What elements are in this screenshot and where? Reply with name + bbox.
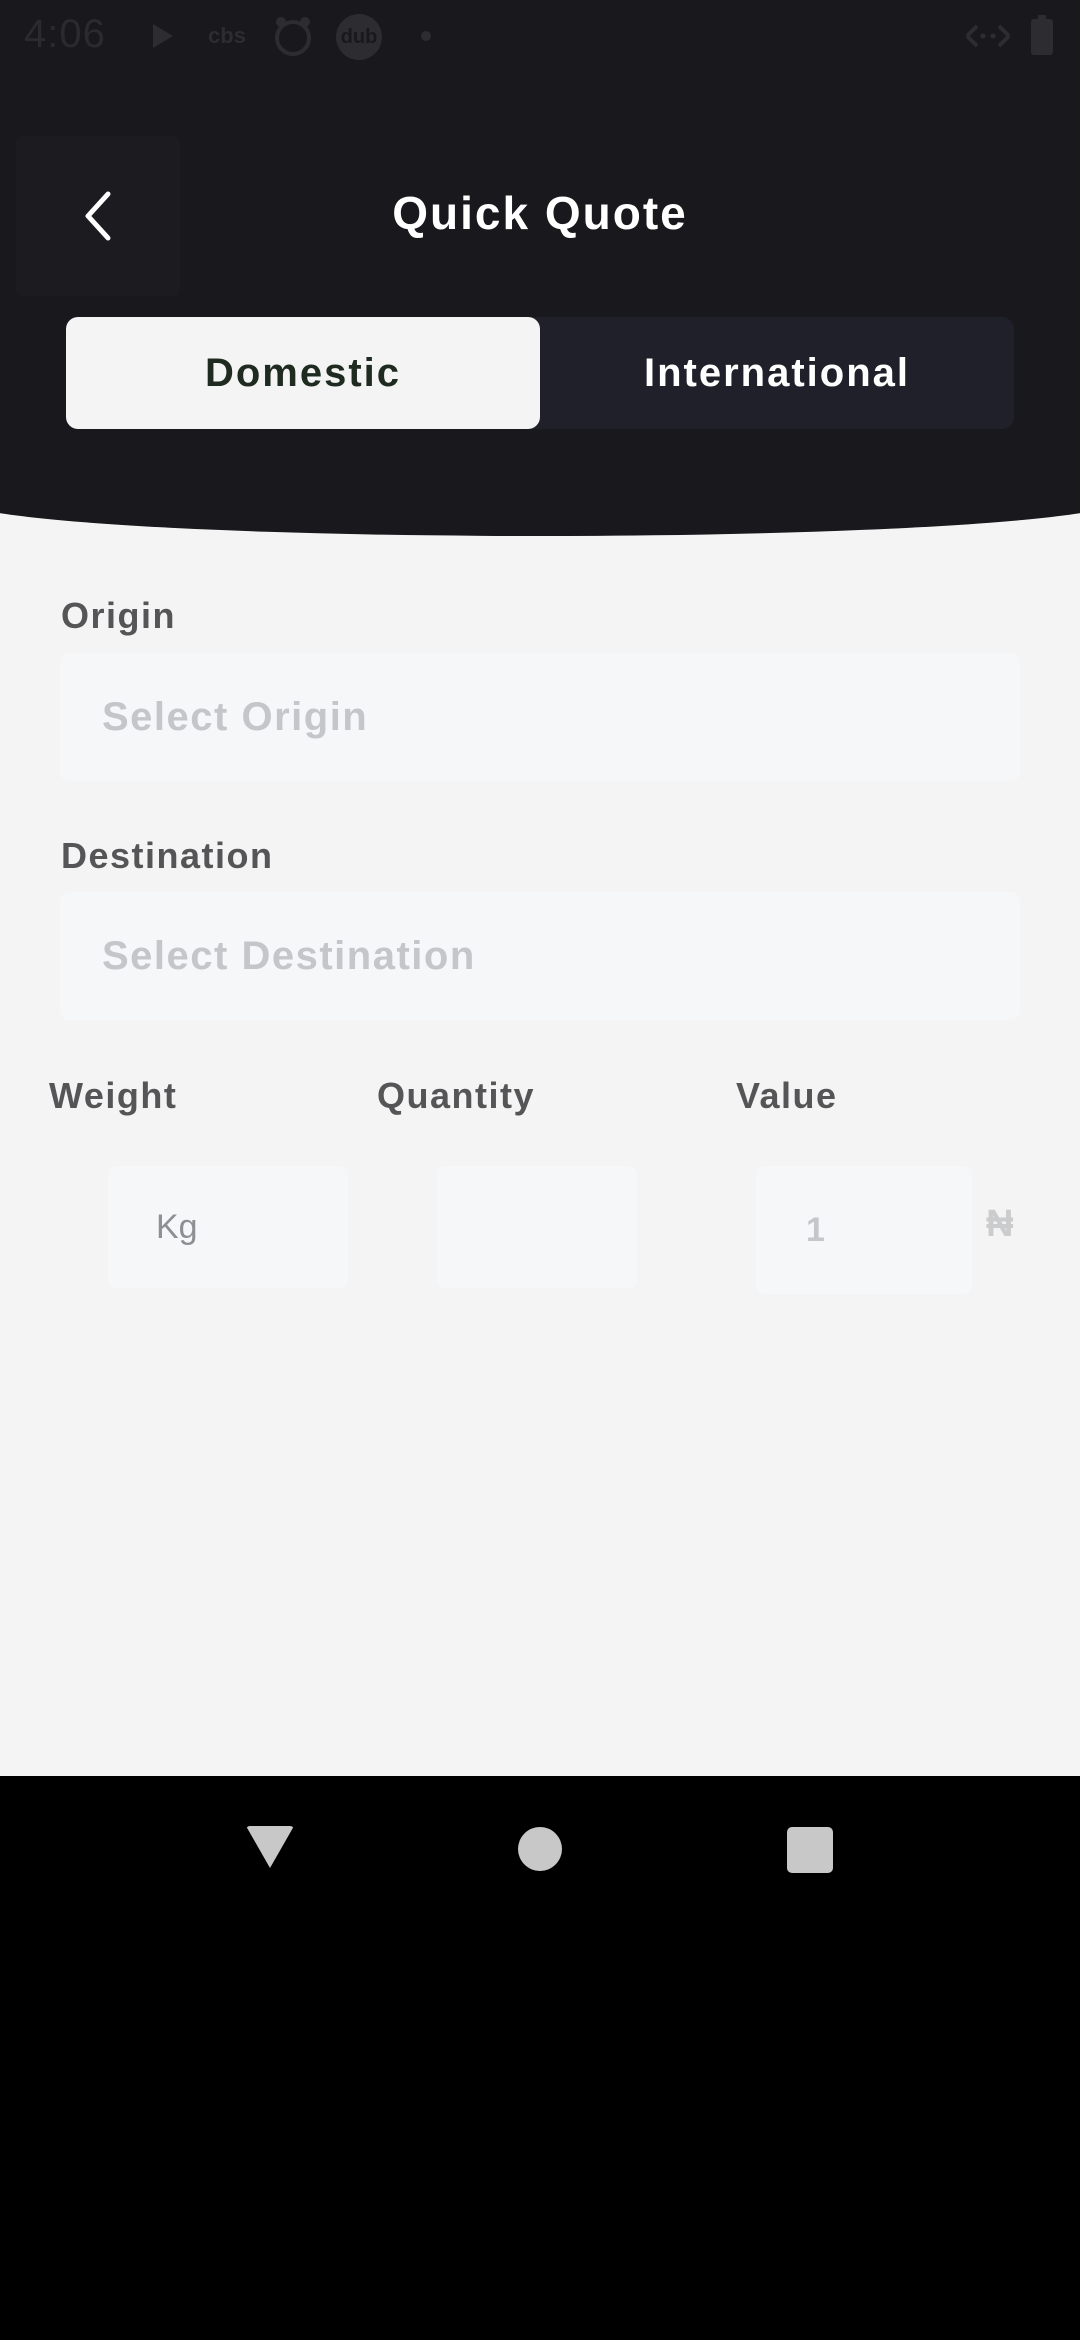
origin-placeholder: Select Origin <box>102 694 369 739</box>
battery-icon <box>1030 14 1054 56</box>
cbs-icon: cbs <box>208 23 246 48</box>
origin-label: Origin <box>61 595 176 636</box>
signal-icon <box>962 18 1014 54</box>
value-placeholder: 1 <box>806 1210 825 1249</box>
quantity-label: Quantity <box>377 1075 536 1116</box>
destination-placeholder: Select Destination <box>102 933 476 978</box>
square-recents-icon[interactable] <box>787 1827 833 1873</box>
destination-label: Destination <box>61 835 274 876</box>
triangle-back-icon[interactable] <box>246 1826 294 1868</box>
tab-domestic[interactable]: Domestic <box>66 317 540 429</box>
value-input[interactable]: 1 <box>756 1166 972 1294</box>
weight-placeholder: Kg <box>156 1207 198 1246</box>
weight-label: Weight <box>49 1075 178 1116</box>
destination-select[interactable]: Select Destination <box>60 892 1020 1020</box>
weight-input[interactable]: Kg <box>108 1166 348 1288</box>
tab-international[interactable]: International <box>540 317 1014 429</box>
animal-icon <box>270 17 316 56</box>
dub-icon: dub <box>336 14 382 60</box>
page-title: Quick Quote <box>392 187 688 239</box>
status-time: 4:06 <box>24 12 106 56</box>
quantity-input[interactable] <box>437 1166 637 1288</box>
status-bar: 4:06 cbs dub <box>0 0 1080 72</box>
naira-currency-symbol: ₦ <box>986 1203 1014 1245</box>
quote-type-tabs: Domestic International <box>66 317 1014 429</box>
dot-icon <box>420 18 432 54</box>
play-icon <box>148 18 178 54</box>
navigation-bar <box>0 1776 1080 1916</box>
value-label: Value <box>736 1075 838 1116</box>
circle-home-icon[interactable] <box>518 1827 562 1871</box>
origin-select[interactable]: Select Origin <box>60 653 1020 781</box>
quick-quote-screen: 4:06 cbs dub Quick Quote Domestic Intern… <box>0 0 1080 1776</box>
